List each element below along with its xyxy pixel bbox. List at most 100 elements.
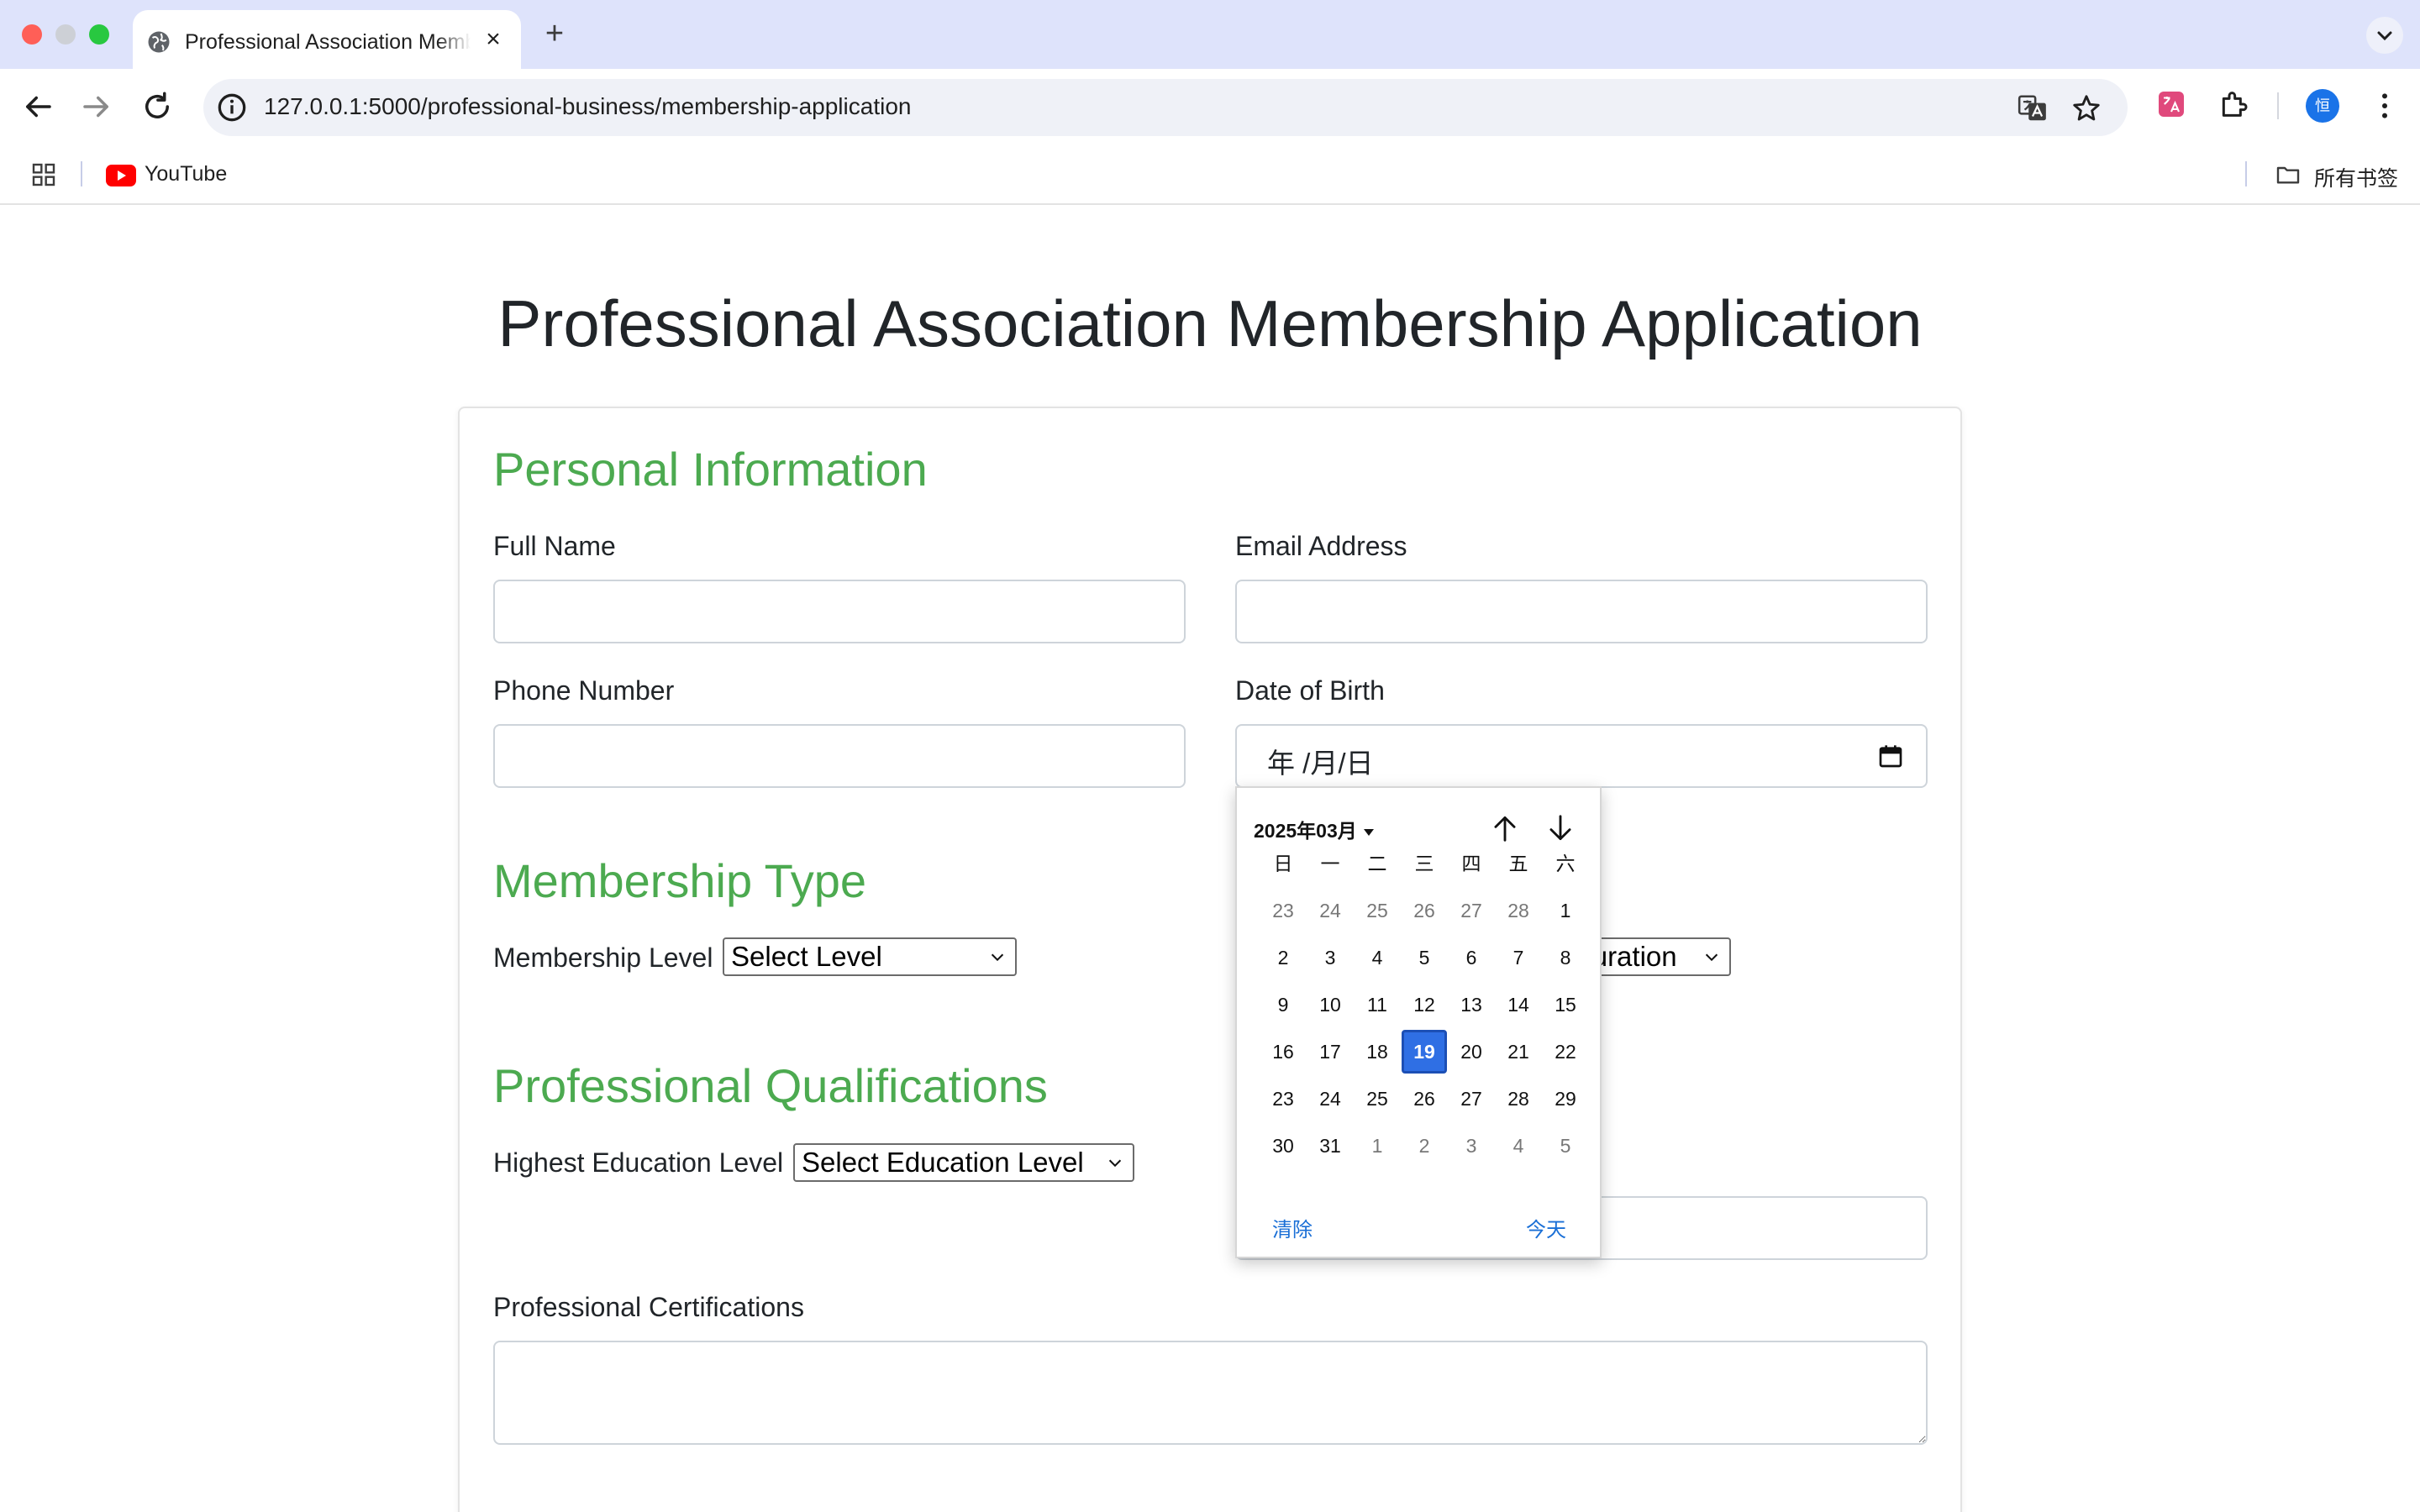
calendar-day[interactable]: 28 bbox=[1496, 889, 1541, 932]
calendar-day[interactable]: 29 bbox=[1543, 1077, 1588, 1121]
calendar-day[interactable]: 3 bbox=[1307, 936, 1353, 979]
url-text: 127.0.0.1:5000/professional-business/mem… bbox=[264, 93, 912, 119]
membership-level-label: Membership Level bbox=[493, 942, 713, 973]
calendar-day[interactable]: 7 bbox=[1496, 936, 1541, 979]
chevron-down-icon bbox=[991, 953, 1004, 962]
calendar-day[interactable]: 14 bbox=[1496, 983, 1541, 1026]
today-button[interactable]: 今天 bbox=[1526, 1213, 1566, 1242]
browser-tab[interactable]: Professional Association Membership Appl… bbox=[133, 10, 521, 69]
calendar-day[interactable]: 10 bbox=[1307, 983, 1353, 1026]
calendar-day[interactable]: 1 bbox=[1355, 1124, 1400, 1168]
extensions-puzzle-icon[interactable] bbox=[2217, 87, 2250, 121]
personal-information-heading: Personal Information bbox=[493, 443, 928, 496]
calendar-day[interactable]: 8 bbox=[1543, 936, 1588, 979]
phone-label: Phone Number bbox=[493, 675, 675, 706]
calendar-day[interactable]: 18 bbox=[1355, 1030, 1400, 1074]
translate-icon[interactable] bbox=[2017, 92, 2049, 124]
calendar-day[interactable]: 2 bbox=[1402, 1124, 1447, 1168]
calendar-day[interactable]: 16 bbox=[1260, 1030, 1306, 1074]
education-level-selected: Select Education Level bbox=[802, 1147, 1084, 1178]
reload-icon[interactable] bbox=[139, 89, 175, 124]
all-bookmarks-button[interactable]: 所有书签 bbox=[2314, 162, 2398, 192]
date-of-birth-placeholder: 年 /月/日 bbox=[1267, 748, 1374, 779]
calendar-day[interactable]: 23 bbox=[1260, 1077, 1306, 1121]
education-level-select[interactable]: Select Education Level bbox=[793, 1143, 1134, 1182]
calendar-day[interactable]: 13 bbox=[1449, 983, 1494, 1026]
calendar-day[interactable]: 17 bbox=[1307, 1030, 1353, 1074]
bookmark-star-icon[interactable] bbox=[2070, 92, 2102, 124]
calendar-icon[interactable] bbox=[1877, 743, 1904, 769]
tab-title: Professional Association Membership Appl… bbox=[185, 30, 471, 59]
tab-strip: Professional Association Membership Appl… bbox=[0, 0, 2420, 69]
extension-translate-icon[interactable] bbox=[2156, 89, 2186, 119]
date-of-birth-label: Date of Birth bbox=[1235, 675, 1385, 706]
professional-certifications-label: Professional Certifications bbox=[493, 1292, 804, 1322]
weekday-header: 六 bbox=[1555, 853, 1576, 874]
membership-level-selected: Select Level bbox=[731, 941, 882, 972]
calendar-day[interactable]: 30 bbox=[1260, 1124, 1306, 1168]
month-year-selector[interactable]: 2025年03月 bbox=[1254, 815, 1374, 843]
phone-input[interactable] bbox=[493, 724, 1186, 788]
calendar-day[interactable]: 25 bbox=[1355, 1077, 1400, 1121]
email-input[interactable] bbox=[1235, 580, 1928, 643]
education-level-label: Highest Education Level bbox=[493, 1147, 784, 1178]
window-minimize-button[interactable] bbox=[55, 24, 76, 45]
full-name-input[interactable] bbox=[493, 580, 1186, 643]
calendar-day[interactable]: 15 bbox=[1543, 983, 1588, 1026]
clear-date-button[interactable]: 清除 bbox=[1272, 1213, 1313, 1242]
calendar-day[interactable]: 22 bbox=[1543, 1030, 1588, 1074]
calendar-day-selected[interactable]: 19 bbox=[1402, 1030, 1447, 1074]
bookmark-youtube[interactable]: YouTube bbox=[145, 162, 227, 186]
calendar-day[interactable]: 3 bbox=[1449, 1124, 1494, 1168]
apps-grid-icon[interactable] bbox=[30, 161, 57, 188]
bookmarks-divider bbox=[81, 161, 82, 186]
window-maximize-button[interactable] bbox=[89, 24, 109, 45]
browser-toolbar: 127.0.0.1:5000/professional-business/mem… bbox=[0, 69, 2420, 144]
tab-close-icon[interactable]: × bbox=[479, 25, 508, 54]
calendar-day[interactable]: 27 bbox=[1449, 1077, 1494, 1121]
more-menu-icon[interactable] bbox=[2368, 89, 2402, 123]
professional-certifications-textarea[interactable] bbox=[493, 1341, 1928, 1445]
calendar-day[interactable]: 31 bbox=[1307, 1124, 1353, 1168]
new-tab-button[interactable]: + bbox=[538, 17, 571, 50]
calendar-day[interactable]: 4 bbox=[1496, 1124, 1541, 1168]
calendar-day[interactable]: 5 bbox=[1402, 936, 1447, 979]
back-arrow-icon[interactable] bbox=[20, 89, 55, 124]
calendar-day[interactable]: 28 bbox=[1496, 1077, 1541, 1121]
chevron-down-icon bbox=[1702, 948, 1721, 966]
calendar-day[interactable]: 6 bbox=[1449, 936, 1494, 979]
previous-month-arrow-icon[interactable] bbox=[1489, 811, 1521, 845]
profile-avatar[interactable]: 恒 bbox=[2306, 89, 2339, 123]
calendar-day[interactable]: 25 bbox=[1355, 889, 1400, 932]
weekday-header: 日 bbox=[1273, 853, 1293, 874]
calendar-day[interactable]: 23 bbox=[1260, 889, 1306, 932]
window-close-button[interactable] bbox=[22, 24, 42, 45]
calendar-day[interactable]: 26 bbox=[1402, 1077, 1447, 1121]
calendar-day[interactable]: 11 bbox=[1355, 983, 1400, 1026]
forward-arrow-icon[interactable] bbox=[79, 89, 114, 124]
calendar-day[interactable]: 5 bbox=[1543, 1124, 1588, 1168]
site-info-icon[interactable] bbox=[213, 89, 250, 126]
membership-level-select[interactable]: Select Level bbox=[723, 937, 1017, 976]
chevron-down-icon bbox=[2377, 31, 2392, 41]
calendar-day[interactable]: 4 bbox=[1355, 936, 1400, 979]
calendar-day[interactable]: 9 bbox=[1260, 983, 1306, 1026]
calendar-day[interactable]: 12 bbox=[1402, 983, 1447, 1026]
globe-icon bbox=[148, 31, 170, 53]
weekday-header: 一 bbox=[1320, 853, 1340, 874]
calendar-day[interactable]: 26 bbox=[1402, 889, 1447, 932]
next-month-arrow-icon[interactable] bbox=[1544, 811, 1576, 845]
calendar-day[interactable]: 21 bbox=[1496, 1030, 1541, 1074]
tab-search-button[interactable] bbox=[2366, 17, 2403, 54]
membership-type-heading: Membership Type bbox=[493, 854, 867, 907]
calendar-day[interactable]: 1 bbox=[1543, 889, 1588, 932]
calendar-day[interactable]: 24 bbox=[1307, 1077, 1353, 1121]
calendar-day[interactable]: 20 bbox=[1449, 1030, 1494, 1074]
address-bar[interactable]: 127.0.0.1:5000/professional-business/mem… bbox=[203, 79, 2128, 136]
month-year-label: 2025年03月 bbox=[1254, 820, 1357, 842]
full-name-label: Full Name bbox=[493, 531, 616, 561]
calendar-day[interactable]: 24 bbox=[1307, 889, 1353, 932]
calendar-day[interactable]: 2 bbox=[1260, 936, 1306, 979]
calendar-day[interactable]: 27 bbox=[1449, 889, 1494, 932]
date-of-birth-input[interactable]: 年 /月/日 bbox=[1235, 724, 1928, 788]
